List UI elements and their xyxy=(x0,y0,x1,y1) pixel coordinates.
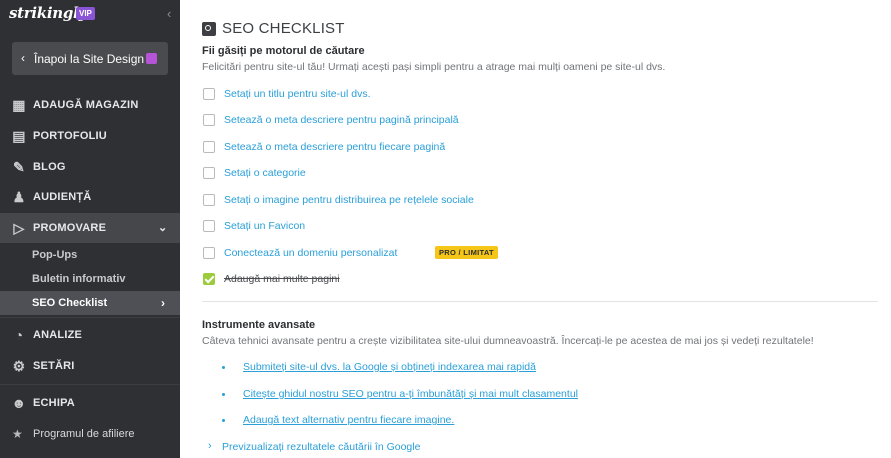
checkbox[interactable] xyxy=(203,194,215,206)
nav-label: PROMOVARE xyxy=(33,222,107,234)
checklist-label[interactable]: Adaugă mai multe pagini xyxy=(224,273,340,285)
page-title: SEO CHECKLIST xyxy=(222,20,345,37)
nav-item-add-store[interactable]: ▦ ADAUGĂ MAGAZIN xyxy=(0,90,180,120)
nav-item-team[interactable]: ☻ ECHIPA xyxy=(0,388,180,418)
checklist-label[interactable]: Setează o meta descriere pentru pagină p… xyxy=(224,114,459,126)
advanced-link-label[interactable]: Citește ghidul nostru SEO pentru a-ți îm… xyxy=(243,388,578,400)
checkbox[interactable] xyxy=(203,88,215,100)
nav-item-analytics[interactable]: ◔ ANALIZE xyxy=(0,320,180,350)
nav-item-audience[interactable]: ♟ AUDIENȚĂ xyxy=(0,182,180,212)
advanced-link-label[interactable]: Adaugă text alternativ pentru fiecare im… xyxy=(243,414,454,426)
nav-item-settings[interactable]: ⚙ SETĂRI xyxy=(0,351,180,381)
chevron-right-icon: › xyxy=(161,296,165,310)
megaphone-icon: ▷ xyxy=(13,220,25,236)
section-title-search-engine: Fii găsiți pe motorul de căutare xyxy=(202,45,365,57)
nav-label: SETĂRI xyxy=(33,360,75,372)
advanced-link-label[interactable]: Submiteți site-ul dvs. la Google și obți… xyxy=(243,361,536,373)
nav-item-promote[interactable]: ▷ PROMOVARE ⌄ xyxy=(0,213,180,243)
checkbox[interactable] xyxy=(203,247,215,259)
sidebar-divider xyxy=(0,317,180,318)
portfolio-icon: ▤ xyxy=(12,128,26,144)
back-to-site-design-button[interactable]: ‹ Înapoi la Site Design xyxy=(12,42,168,75)
main-content: SEO CHECKLIST Fii găsiți pe motorul de c… xyxy=(180,0,891,458)
checklist-label[interactable]: Setați o categorie xyxy=(224,167,306,179)
team-icon: ☻ xyxy=(11,395,27,411)
sidebar: strikingly VIP ‹ ‹ Înapoi la Site Design… xyxy=(0,0,180,458)
pen-icon: ✎ xyxy=(13,159,25,175)
submenu-item-newsletter[interactable]: Buletin informativ xyxy=(0,267,180,291)
submenu-label: SEO Checklist xyxy=(32,297,108,309)
affiliate-program-link[interactable]: ★ Programul de afiliere xyxy=(0,422,180,446)
bullet xyxy=(222,419,225,422)
collapse-sidebar-icon[interactable]: ‹ xyxy=(167,6,171,21)
back-button-label: Înapoi la Site Design xyxy=(34,52,145,66)
checklist-label[interactable]: Setează o meta descriere pentru fiecare … xyxy=(224,141,445,153)
nav-label: AUDIENȚĂ xyxy=(33,191,92,203)
site-design-icon xyxy=(146,53,157,64)
submenu-item-popups[interactable]: Pop-Ups xyxy=(0,243,180,267)
nav-item-blog[interactable]: ✎ BLOG xyxy=(0,152,180,182)
bullet xyxy=(222,366,225,369)
affiliate-label: Programul de afiliere xyxy=(33,428,135,440)
checkbox[interactable] xyxy=(203,141,215,153)
store-icon: ▦ xyxy=(12,97,26,113)
logo-row: strikingly VIP ‹ xyxy=(0,0,180,30)
checklist-label[interactable]: Conectează un domeniu personalizat xyxy=(224,247,397,259)
checklist-label[interactable]: Setați o imagine pentru distribuirea pe … xyxy=(224,194,474,206)
pie-chart-icon: ◔ xyxy=(14,327,24,343)
submenu-item-seo-checklist[interactable]: SEO Checklist › xyxy=(0,291,180,315)
sidebar-divider xyxy=(0,384,180,385)
preview-link-label[interactable]: Previzualizați rezultatele căutării în G… xyxy=(222,441,420,453)
nav-label: PORTOFOLIU xyxy=(33,130,107,142)
chevron-down-icon: ⌄ xyxy=(158,222,168,234)
checklist-label[interactable]: Setați un Favicon xyxy=(224,220,305,232)
pro-limited-badge: PRO / LIMITAT xyxy=(435,246,498,259)
nav-label: BLOG xyxy=(33,161,66,173)
chevron-left-icon: ‹ xyxy=(21,51,25,65)
bullet xyxy=(222,393,225,396)
vip-badge: VIP xyxy=(76,7,95,20)
checkbox[interactable] xyxy=(203,220,215,232)
submenu-label: Buletin informativ xyxy=(32,273,126,285)
submenu-label: Pop-Ups xyxy=(32,249,78,261)
checkbox[interactable] xyxy=(203,114,215,126)
trophy-icon: ★ xyxy=(12,427,23,441)
checkbox[interactable] xyxy=(203,167,215,179)
seo-search-icon xyxy=(202,22,216,36)
section-description: Felicitări pentru site-ul tău! Urmați ac… xyxy=(202,61,666,73)
nav-label: ANALIZE xyxy=(33,329,83,341)
nav-label: ECHIPA xyxy=(33,397,75,409)
nav-item-portfolio[interactable]: ▤ PORTOFOLIU xyxy=(0,121,180,151)
section-divider xyxy=(202,301,878,302)
checkbox-checked[interactable] xyxy=(203,273,215,285)
section-title-advanced-tools: Instrumente avansate xyxy=(202,319,316,331)
chevron-right-icon: › xyxy=(208,440,212,452)
checklist-label[interactable]: Setați un titlu pentru site-ul dvs. xyxy=(224,88,371,100)
section-description: Câteva tehnici avansate pentru a crește … xyxy=(202,335,814,347)
nav-label: ADAUGĂ MAGAZIN xyxy=(33,99,139,111)
gear-icon: ⚙ xyxy=(12,358,26,374)
audience-icon: ♟ xyxy=(12,189,26,205)
